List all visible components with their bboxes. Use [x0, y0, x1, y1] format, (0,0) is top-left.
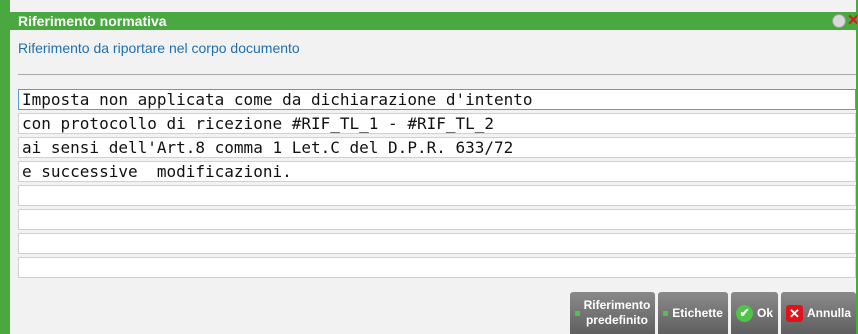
text-line-7[interactable] — [18, 233, 856, 254]
shortcut-indicator-icon — [574, 310, 580, 316]
minimize-icon[interactable] — [832, 14, 846, 28]
riferimento-label-line2: predefinito — [585, 313, 648, 327]
close-icon[interactable]: ✕ — [847, 12, 857, 30]
ok-label: Ok — [756, 306, 773, 320]
text-line-3[interactable]: ai sensi dell'Art.8 comma 1 Let.C del D.… — [18, 137, 856, 158]
text-line-4[interactable]: e successive modificazioni. — [18, 161, 856, 182]
etichette-label: Etichette — [672, 306, 723, 320]
check-icon: ✔ — [735, 304, 753, 322]
separator — [18, 74, 856, 75]
ok-button[interactable]: ✔ Ok — [730, 292, 778, 334]
title-bar: Riferimento normativa ✕ — [10, 12, 857, 30]
text-lines: Imposta non applicata come da dichiarazi… — [18, 89, 856, 281]
text-line-5[interactable] — [18, 185, 856, 206]
riferimento-predefinito-button[interactable]: Riferimento predefinito — [569, 292, 656, 334]
etichette-button[interactable]: Etichette — [658, 292, 728, 334]
window-title: Riferimento normativa — [18, 13, 167, 29]
annulla-label: Annulla — [807, 306, 851, 320]
dialog-window: Riferimento normativa ✕ Riferimento da r… — [0, 0, 858, 334]
shortcut-indicator-icon — [663, 310, 669, 316]
text-line-2[interactable]: con protocollo di ricezione #RIF_TL_1 - … — [18, 113, 856, 134]
close-icon: ✕ — [786, 304, 803, 322]
text-line-1[interactable]: Imposta non applicata come da dichiarazi… — [18, 89, 856, 110]
button-bar: Riferimento predefinito Etichette ✔ Ok ✕… — [567, 292, 856, 334]
annulla-button[interactable]: ✕ Annulla — [781, 292, 856, 334]
riferimento-label-line1: Riferimento — [583, 298, 651, 312]
text-line-6[interactable] — [18, 209, 856, 230]
dialog-subtitle: Riferimento da riportare nel corpo docum… — [18, 40, 300, 56]
text-line-8[interactable] — [18, 257, 856, 278]
